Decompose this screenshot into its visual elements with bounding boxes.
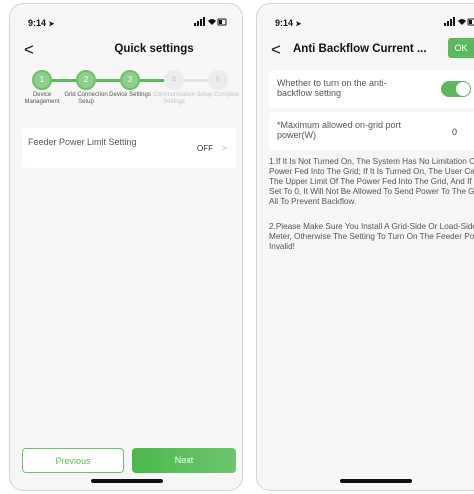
step-2-dot: 2 [76, 70, 96, 90]
max-power-label: *Maximum allowed on-grid port power(W) [277, 120, 402, 140]
status-bar: 9:14 ➤ [257, 16, 474, 30]
step-4-label: Communication Settings [153, 92, 195, 105]
back-chevron-icon[interactable]: < [271, 40, 281, 60]
step-1-label: Device Management [24, 92, 60, 105]
stepper-progress-line [42, 79, 178, 82]
quick-settings-screen: 9:14 ➤ < Quick settings 1 2 3 4 5 Device… [9, 3, 243, 491]
status-time: 9:14 ➤ [28, 18, 55, 28]
step-2-label: Grid Connection Setup [64, 92, 108, 105]
chevron-right-icon: > [222, 143, 228, 153]
ok-button[interactable]: OK [448, 38, 474, 58]
previous-button[interactable]: Previous [22, 448, 124, 473]
page-title: Quick settings [114, 43, 194, 55]
next-button[interactable]: Next [132, 448, 236, 473]
note-1: 1.If It Is Not Turned On, The System Has… [269, 157, 474, 206]
max-power-row[interactable]: *Maximum allowed on-grid port power(W) 0 [269, 112, 474, 150]
anti-backflow-toggle[interactable] [441, 81, 471, 97]
max-power-value[interactable]: 0 [452, 127, 457, 137]
step-5-dot: 5 [208, 70, 228, 90]
toggle-knob [456, 82, 470, 96]
home-indicator [340, 479, 412, 483]
feeder-power-limit-label: Feeder Power Limit Setting [28, 137, 137, 147]
feeder-power-limit-row[interactable]: Feeder Power Limit Setting OFF > [22, 128, 236, 168]
status-bar: 9:14 ➤ [10, 16, 242, 30]
status-time: 9:14 ➤ [275, 18, 302, 28]
nav-bar: < Quick settings [10, 40, 242, 62]
location-arrow-icon: ➤ [48, 21, 55, 28]
anti-backflow-switch-row: Whether to turn on the anti-backflow set… [269, 70, 474, 108]
signal-wifi-battery-icon [194, 17, 228, 29]
home-indicator [91, 479, 163, 483]
feeder-power-limit-value: OFF [197, 144, 213, 153]
location-arrow-icon: ➤ [295, 21, 302, 28]
step-5-label: Setup Complete [196, 92, 240, 98]
step-1-dot: 1 [32, 70, 52, 90]
step-3-dot: 3 [120, 70, 140, 90]
step-3-label: Device Settings [109, 92, 151, 98]
note-2: 2.Please Make Sure You Install A Grid-Si… [269, 222, 474, 251]
anti-backflow-screen: 9:14 ➤ < Anti Backflow Current ... OK Wh… [256, 3, 474, 491]
signal-wifi-battery-icon [444, 17, 474, 29]
nav-bar: < Anti Backflow Current ... [257, 40, 474, 62]
page-title: Anti Backflow Current ... [293, 43, 427, 55]
step-4-dot: 4 [164, 70, 184, 90]
anti-backflow-switch-label: Whether to turn on the anti-backflow set… [277, 78, 387, 98]
